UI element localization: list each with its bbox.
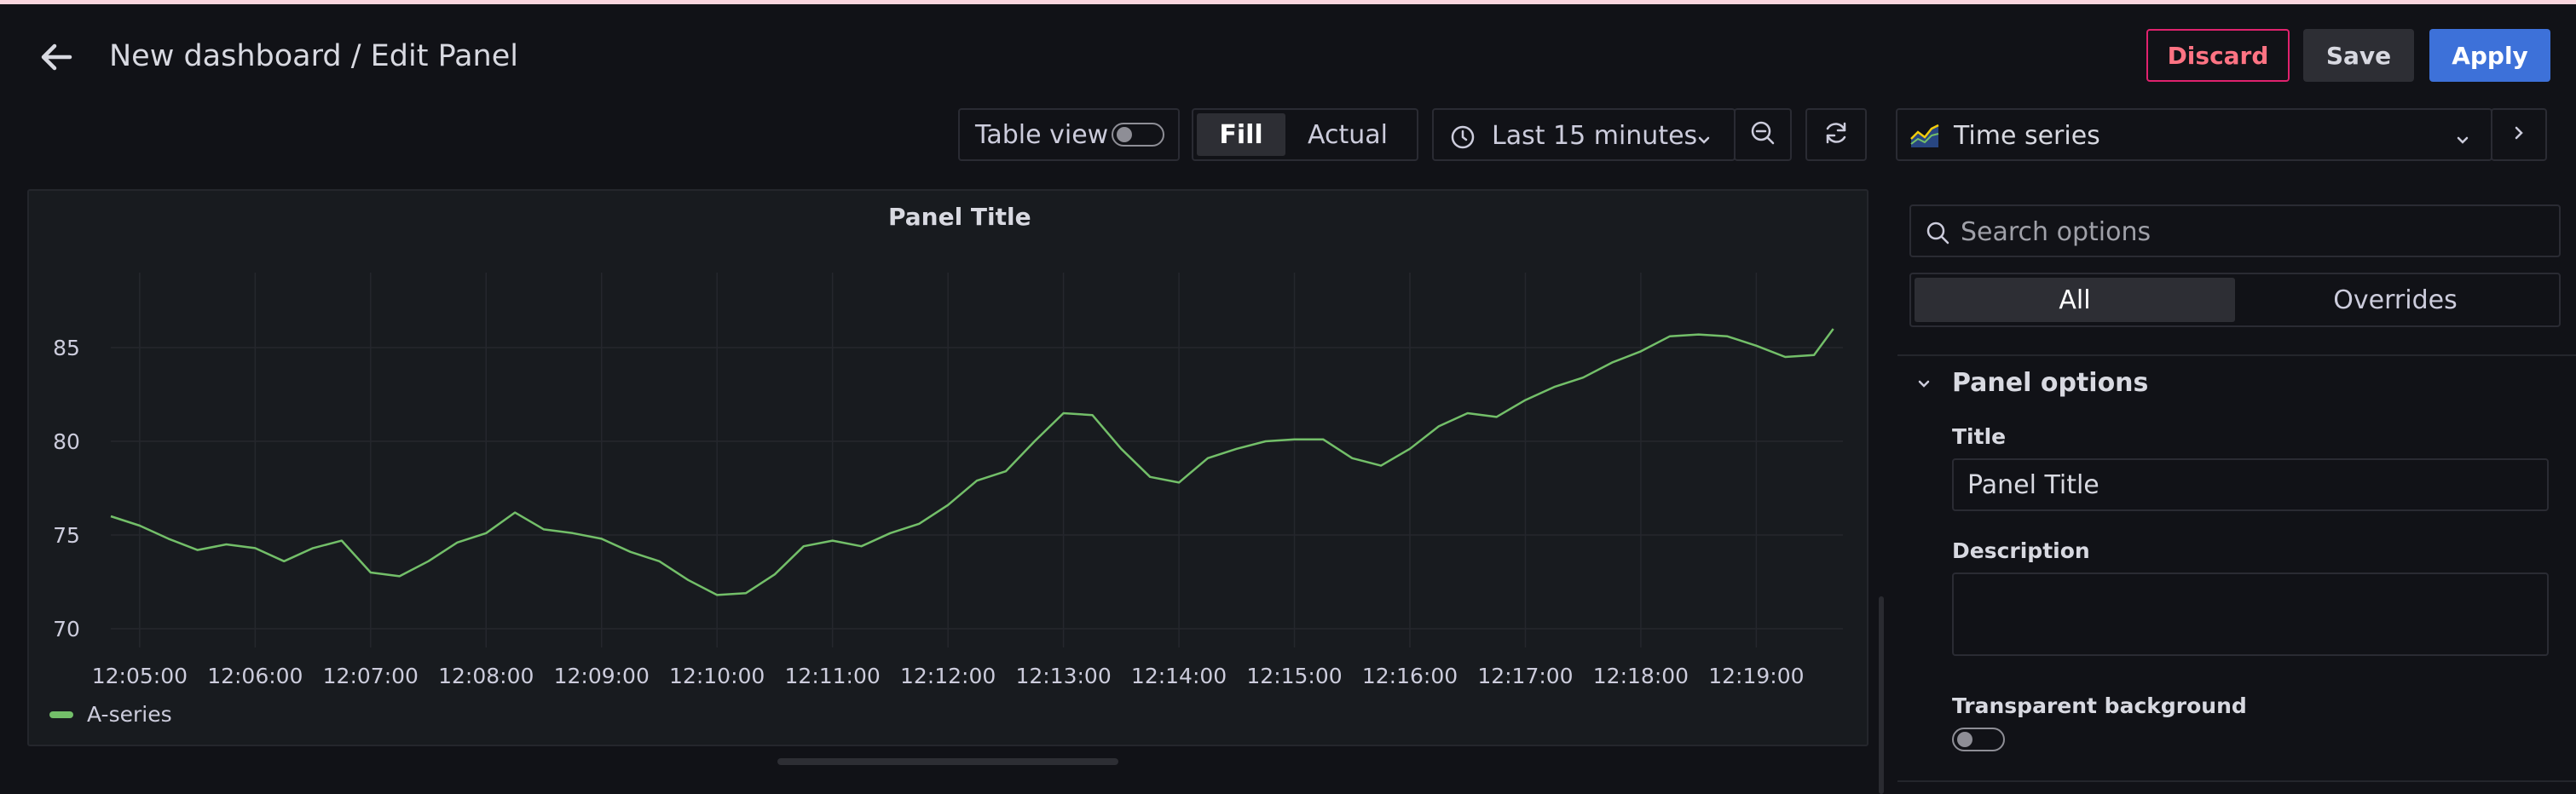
x-tick-label: 12:11:00	[785, 664, 881, 688]
actual-option[interactable]: Actual	[1285, 113, 1410, 156]
fill-actual-toggle: Fill Actual	[1192, 108, 1418, 161]
refresh-icon	[1822, 118, 1851, 151]
clock-icon	[1449, 124, 1476, 158]
x-tick-label: 12:14:00	[1131, 664, 1227, 688]
chevron-down-icon	[2453, 127, 2472, 157]
vertical-scrollbar[interactable]	[1879, 596, 1884, 794]
x-tick-label: 12:08:00	[438, 664, 534, 688]
series-line-a-series	[110, 328, 1834, 596]
legend-item-a-series[interactable]: A-series	[87, 702, 172, 727]
search-options-input[interactable]	[1959, 213, 2542, 250]
search-icon	[1925, 220, 1950, 249]
horizontal-scrollbar[interactable]	[777, 758, 1118, 765]
table-view-switch[interactable]	[1112, 123, 1164, 147]
section-divider	[1897, 780, 2576, 782]
refresh-button[interactable]	[1805, 108, 1867, 161]
x-tick-label: 12:09:00	[554, 664, 650, 688]
time-range-picker[interactable]: Last 15 minutes	[1432, 108, 1736, 161]
top-accent-line	[0, 0, 2576, 4]
chevron-down-icon[interactable]	[1915, 375, 1933, 397]
search-options-field[interactable]	[1909, 204, 2561, 257]
zoom-out-icon	[1748, 118, 1777, 151]
transparent-background-label: Transparent background	[1952, 693, 2247, 718]
x-tick-label: 12:15:00	[1246, 664, 1342, 688]
tab-overrides[interactable]: Overrides	[2235, 278, 2556, 322]
y-tick-label: 85	[53, 336, 80, 360]
x-tick-label: 12:19:00	[1708, 664, 1804, 688]
chevron-down-icon	[1695, 127, 1713, 157]
panel-title: Panel Title	[888, 203, 1031, 231]
zoom-out-button[interactable]	[1734, 108, 1792, 161]
visualization-label: Time series	[1954, 121, 2100, 151]
visualization-picker[interactable]: Time series	[1896, 108, 2492, 161]
x-tick-label: 12:16:00	[1362, 664, 1458, 688]
transparent-background-switch[interactable]	[1952, 728, 2005, 751]
description-textarea[interactable]	[1952, 572, 2549, 656]
time-series-icon	[1909, 122, 1940, 156]
x-tick-label: 12:13:00	[1015, 664, 1111, 688]
section-divider	[1897, 354, 2576, 356]
back-arrow-icon[interactable]	[34, 34, 80, 80]
y-tick-label: 75	[53, 523, 80, 548]
save-button[interactable]: Save	[2303, 29, 2414, 82]
chart-legend[interactable]: A-series	[49, 702, 172, 727]
x-tick-label: 12:07:00	[323, 664, 419, 688]
x-tick-label: 12:12:00	[900, 664, 996, 688]
apply-button[interactable]: Apply	[2429, 29, 2550, 82]
y-tick-label: 70	[53, 617, 80, 642]
fill-option[interactable]: Fill	[1197, 113, 1285, 156]
x-tick-label: 12:10:00	[669, 664, 765, 688]
description-field-label: Description	[1952, 538, 2090, 563]
toggle-options-pane-button[interactable]	[2491, 108, 2547, 161]
table-view-toggle[interactable]: Table view	[958, 108, 1180, 161]
title-input[interactable]	[1952, 458, 2549, 511]
section-title-panel-options[interactable]: Panel options	[1952, 368, 2148, 398]
legend-swatch	[49, 711, 73, 718]
options-tabs: All Overrides	[1909, 273, 2561, 327]
chevron-right-icon	[2510, 124, 2528, 146]
discard-button[interactable]: Discard	[2146, 29, 2290, 82]
table-view-label: Table view	[975, 119, 1109, 150]
page-title: New dashboard / Edit Panel	[109, 39, 518, 73]
x-tick-label: 12:18:00	[1593, 664, 1689, 688]
time-range-label: Last 15 minutes	[1492, 121, 1698, 151]
time-series-chart: 12:05:00 12:06:00 12:07:00 12:08:00 12:09:00…	[53, 273, 1843, 688]
title-field-label: Title	[1952, 424, 2007, 449]
tab-all[interactable]: All	[1915, 278, 2235, 322]
x-tick-label: 12:05:00	[92, 664, 188, 688]
x-tick-label: 12:17:00	[1477, 664, 1573, 688]
x-tick-label: 12:06:00	[207, 664, 303, 688]
y-tick-label: 80	[53, 429, 80, 454]
